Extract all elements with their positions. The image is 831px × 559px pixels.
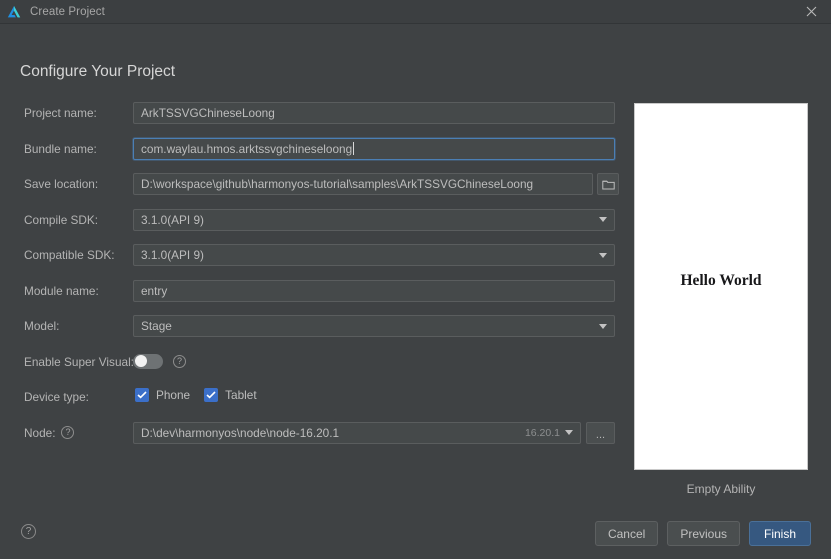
model-select[interactable]: Stage (133, 315, 615, 337)
deveco-triangle-logo-icon (6, 4, 22, 20)
checkbox-phone-label: Phone (156, 388, 191, 402)
compile-sdk-value: 3.1.0(API 9) (141, 212, 204, 227)
folder-icon[interactable] (597, 173, 619, 195)
model-value: Stage (141, 319, 172, 333)
check-icon (135, 388, 149, 402)
node-version-value: 16.20.1 (524, 426, 560, 439)
enable-super-visual-toggle[interactable] (133, 353, 163, 369)
row-compatible-sdk: Compatible SDK: 3.1.0(API 9) (0, 244, 620, 280)
row-device-type: Device type: Phone Tablet (0, 386, 620, 422)
row-compile-sdk: Compile SDK: 3.1.0(API 9) (0, 208, 620, 245)
bundle-name-value: com.waylau.hmos.arktssvgchineseloong (141, 141, 353, 156)
question-circle-icon[interactable]: ? (61, 426, 75, 439)
phone-preview-frame: Hello World (634, 103, 808, 470)
save-location-input[interactable]: D:\workspace\github\harmonyos-tutorial\s… (133, 173, 593, 195)
device-type-label: Device type: (24, 390, 89, 404)
model-label: Model: (24, 319, 60, 333)
row-enable-super-visual: Enable Super Visual: ? (0, 351, 620, 387)
row-model: Model: Stage (0, 315, 620, 351)
finish-button[interactable]: Finish (749, 521, 811, 546)
row-bundle-name: Bundle name: com.waylau.hmos.arktssvgchi… (0, 137, 620, 174)
footer-button-group: Cancel Previous Finish (594, 521, 811, 546)
row-module-name: Module name: entry (0, 279, 620, 316)
row-save-location: Save location: D:\workspace\github\harmo… (0, 173, 620, 209)
check-icon (204, 388, 219, 402)
chevron-down-icon[interactable] (599, 217, 607, 222)
save-location-label: Save location: (24, 177, 99, 191)
node-label: Node: (24, 425, 56, 440)
create-project-dialog: Configure Your Project Project name: Ark… (0, 24, 831, 559)
chevron-down-icon[interactable] (599, 252, 607, 258)
question-circle-icon[interactable]: ? (173, 354, 186, 368)
save-location-value: D:\workspace\github\harmonyos-tutorial\s… (141, 177, 534, 191)
module-name-label: Module name: (24, 283, 99, 298)
cancel-button[interactable]: Cancel (594, 521, 659, 546)
module-name-input[interactable]: entry (133, 279, 615, 302)
previous-button[interactable]: Previous (667, 521, 740, 546)
checkbox-tablet[interactable]: Tablet (204, 388, 257, 402)
bundle-name-input[interactable]: com.waylau.hmos.arktssvgchineseloong (133, 137, 615, 160)
chevron-down-icon[interactable] (599, 323, 607, 329)
project-name-value: ArkTSSVGChineseLoong (141, 106, 275, 120)
window-title: Create Project (30, 5, 105, 18)
project-name-input[interactable]: ArkTSSVGChineseLoong (133, 102, 615, 124)
enable-super-visual-label: Enable Super Visual: (24, 354, 134, 369)
checkbox-phone[interactable]: Phone (135, 388, 190, 402)
compile-sdk-select[interactable]: 3.1.0(API 9) (133, 208, 615, 231)
module-name-value: entry (141, 283, 168, 298)
project-config-form: Project name: ArkTSSVGChineseLoong Bundl… (0, 102, 620, 457)
question-circle-icon[interactable]: ? (21, 524, 36, 539)
window-titlebar: Create Project (0, 0, 831, 24)
compile-sdk-label: Compile SDK: (24, 212, 99, 227)
preview-hello-world-text: Hello World (680, 271, 762, 289)
checkbox-tablet-label: Tablet (225, 388, 257, 402)
chevron-down-icon[interactable] (565, 430, 573, 435)
page-title: Configure Your Project (20, 63, 176, 80)
bundle-name-label: Bundle name: (24, 141, 97, 156)
browse-ellipsis-button[interactable]: ... (586, 421, 615, 444)
toggle-knob (134, 355, 147, 367)
node-path-select[interactable]: D:\dev\harmonyos\node\node-16.20.1 16.20… (133, 421, 581, 444)
preview-caption: Empty Ability (686, 482, 756, 496)
compatible-sdk-value: 3.1.0(API 9) (141, 248, 204, 262)
preview-panel: Hello World Empty Ability (634, 103, 808, 496)
row-project-name: Project name: ArkTSSVGChineseLoong (0, 102, 620, 138)
project-name-label: Project name: (24, 106, 97, 120)
dialog-footer: ? Cancel Previous Finish (0, 512, 831, 559)
compatible-sdk-select[interactable]: 3.1.0(API 9) (133, 244, 615, 266)
close-icon[interactable] (791, 0, 831, 23)
text-caret (353, 142, 355, 155)
row-node: Node: ? D:\dev\harmonyos\node\node-16.20… (0, 421, 620, 458)
node-label-group: Node: ? (24, 425, 75, 440)
compatible-sdk-label: Compatible SDK: (24, 248, 115, 262)
node-path-value: D:\dev\harmonyos\node\node-16.20.1 (141, 425, 340, 440)
